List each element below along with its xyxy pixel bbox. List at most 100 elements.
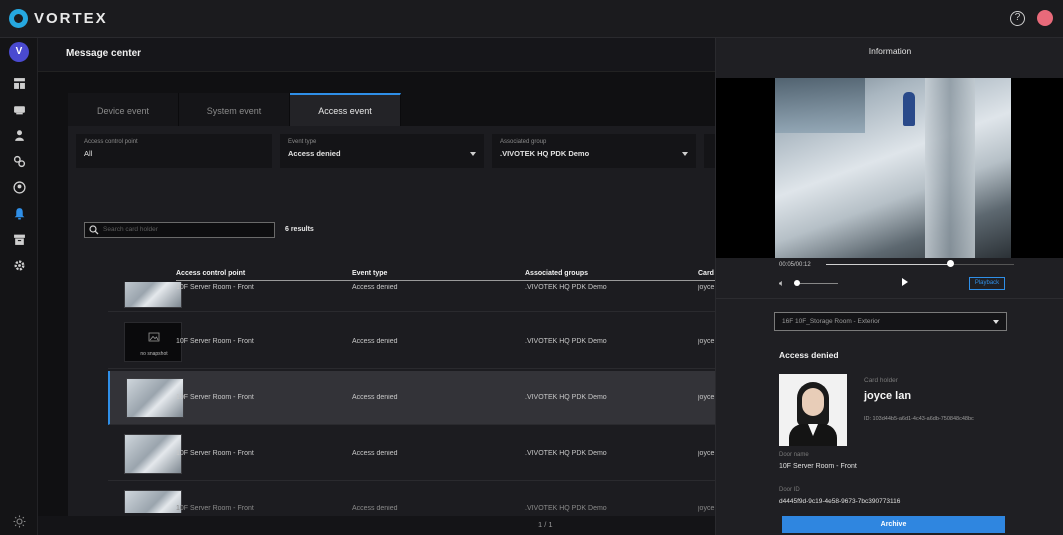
table-row[interactable]: 10F Server Room - Front Access denied .V… — [108, 483, 715, 513]
devices-icon — [13, 105, 25, 114]
door-id-value: d4445f9d-9c19-4e58-9673-7bc390773116 — [779, 498, 901, 505]
archive-button[interactable]: Archive — [782, 516, 1005, 533]
table-row-selected[interactable]: 10F Server Room - Front Access denied .V… — [108, 371, 715, 425]
sidebar-item-settings[interactable] — [0, 252, 38, 278]
camera-select-value: 16F 10F_Storage Room - Exterior — [782, 318, 880, 325]
brand-name: VORTEX — [34, 10, 108, 27]
sidebar-item-user[interactable] — [0, 174, 38, 200]
timeline-handle[interactable] — [947, 260, 955, 267]
search-input[interactable]: Search card holder — [84, 222, 275, 238]
camera-select[interactable]: 16F 10F_Storage Room - Exterior — [774, 312, 1007, 331]
table-row[interactable]: 10F Server Room - Front Access denied .V… — [108, 282, 715, 312]
door-name-value: 10F Server Room - Front — [779, 463, 857, 470]
video-shelf — [775, 78, 865, 133]
snapshot-thumbnail[interactable] — [124, 490, 182, 513]
archive-icon — [13, 234, 25, 245]
cell-event-type: Access denied — [352, 505, 398, 512]
filter-label: Associated group — [500, 139, 547, 145]
workspace-avatar[interactable]: V — [9, 42, 29, 62]
cell-event-type: Access denied — [352, 284, 398, 291]
tab-device-event[interactable]: Device event — [68, 93, 179, 126]
timeline-progress — [826, 264, 951, 265]
door-id-label: Door ID — [779, 487, 800, 493]
tab-access-event[interactable]: Access event — [290, 93, 401, 126]
cell-access-point: 10F Server Room - Front — [176, 284, 254, 291]
table-row[interactable]: 10F Server Room - Front Access denied .V… — [108, 427, 715, 481]
results-count: 6 results — [285, 226, 314, 233]
filter-value: Access denied — [288, 149, 341, 158]
search-icon — [89, 225, 99, 235]
cell-access-point: 10F Server Room - Front — [176, 394, 254, 401]
volume-icon[interactable]: 🔈︎ — [779, 278, 784, 289]
table-row[interactable]: no snapshot 10F Server Room - Front Acce… — [108, 315, 715, 369]
video-timeline[interactable] — [826, 264, 1014, 265]
filter-more[interactable] — [704, 134, 715, 168]
sidebar-item-people[interactable] — [0, 122, 38, 148]
video-frame — [775, 78, 1011, 258]
video-door — [925, 78, 975, 258]
column-header: Card — [698, 270, 714, 277]
cell-group: .VIVOTEK HQ PDK Demo — [525, 394, 607, 401]
cell-card: joyce — [698, 284, 715, 291]
cell-card: joyce — [698, 338, 715, 345]
volume-slider[interactable] — [794, 283, 838, 284]
page-indicator[interactable]: 1 / 1 — [538, 520, 553, 529]
divider — [716, 298, 1063, 299]
app-logo[interactable]: VORTEX — [9, 9, 108, 28]
theme-toggle[interactable] — [0, 511, 38, 531]
cell-card: joyce — [698, 394, 715, 401]
cell-access-point: 10F Server Room - Front — [176, 338, 254, 345]
sun-icon — [13, 515, 25, 527]
cell-event-type: Access denied — [352, 338, 398, 345]
event-list-panel: Access control point All Event type Acce… — [68, 126, 715, 524]
filter-access-point[interactable]: Access control point All — [76, 134, 272, 168]
sidebar-item-messages[interactable] — [0, 200, 38, 226]
play-icon[interactable] — [902, 278, 908, 286]
top-icons: ? — [1010, 10, 1053, 26]
cell-group: .VIVOTEK HQ PDK Demo — [525, 284, 607, 291]
sidebar: V — [0, 38, 38, 535]
event-tabs: Device event System event Access event — [68, 93, 401, 126]
card-holder-name: joyce lan — [864, 390, 912, 402]
cell-event-type: Access denied — [352, 394, 398, 401]
filter-value: .VIVOTEK HQ PDK Demo — [500, 149, 590, 158]
sidebar-item-access[interactable] — [0, 148, 38, 174]
people-icon — [14, 129, 24, 141]
cell-card: joyce — [698, 505, 715, 512]
search-placeholder: Search card holder — [103, 226, 158, 233]
sidebar-item-devices[interactable] — [0, 96, 38, 122]
video-player[interactable] — [716, 78, 1063, 258]
door-name-label: Door name — [779, 452, 809, 458]
filter-associated-group[interactable]: Associated group .VIVOTEK HQ PDK Demo — [492, 134, 696, 168]
playback-button[interactable]: Playback — [969, 277, 1005, 290]
user-circle-icon — [12, 180, 26, 194]
dashboard-icon — [13, 77, 25, 89]
tab-system-event[interactable]: System event — [179, 93, 290, 126]
cell-access-point: 10F Server Room - Front — [176, 450, 254, 457]
cell-group: .VIVOTEK HQ PDK Demo — [525, 338, 607, 345]
bell-icon — [14, 207, 24, 219]
image-placeholder-icon — [148, 332, 160, 342]
cell-card: joyce — [698, 450, 715, 457]
snapshot-thumbnail[interactable] — [124, 282, 182, 308]
column-header: Access control point — [176, 270, 246, 277]
filter-value: All — [84, 149, 93, 158]
user-avatar[interactable] — [1037, 10, 1053, 26]
snapshot-thumbnail[interactable]: no snapshot — [124, 322, 182, 362]
volume-handle[interactable] — [794, 280, 800, 286]
access-icon — [13, 155, 25, 167]
help-icon[interactable]: ? — [1010, 10, 1025, 26]
information-panel: Information 00:05/00:12 🔈︎ Playback 16F … — [715, 38, 1063, 535]
photo-face — [802, 388, 824, 416]
filter-event-type[interactable]: Event type Access denied — [280, 134, 484, 168]
pagination: 1 / 1 — [38, 516, 715, 535]
top-bar: VORTEX ? — [0, 0, 1063, 38]
sidebar-item-archive[interactable] — [0, 226, 38, 252]
snapshot-thumbnail[interactable] — [124, 434, 182, 474]
page-title: Message center — [66, 48, 142, 59]
filter-label: Access control point — [84, 139, 138, 145]
cell-access-point: 10F Server Room - Front — [176, 505, 254, 512]
card-holder-photo — [779, 374, 847, 446]
sidebar-item-dashboard[interactable] — [0, 70, 38, 96]
column-header: Associated groups — [525, 270, 589, 277]
